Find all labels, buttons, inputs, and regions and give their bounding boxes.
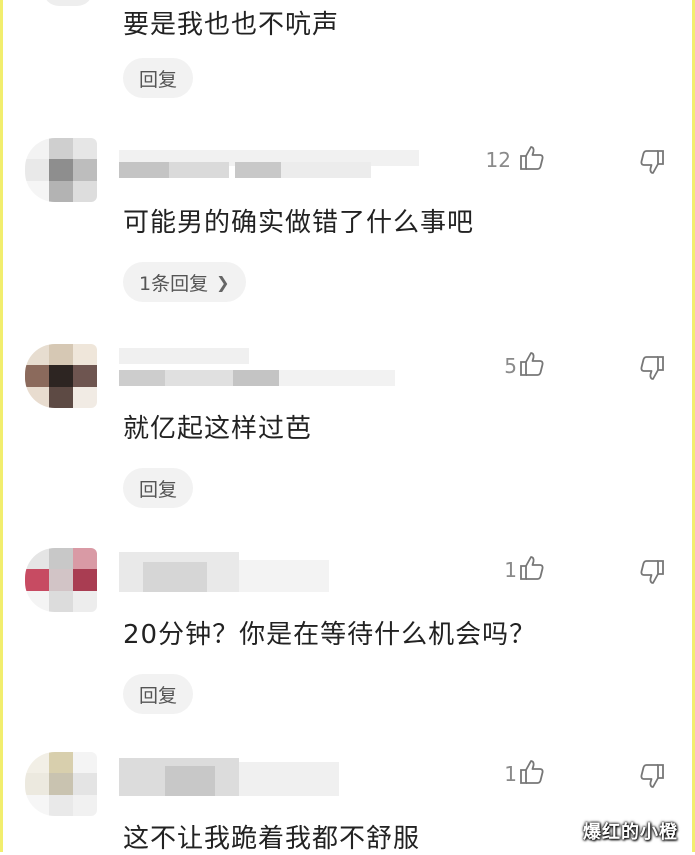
view-replies-button[interactable]: 1条回复 ❯ (123, 262, 246, 302)
avatar[interactable] (43, 0, 93, 6)
comment-text: 就亿起这样过芭 (123, 414, 313, 444)
username-blurred[interactable] (119, 756, 419, 796)
thumbs-up-icon[interactable] (517, 350, 545, 378)
reply-button[interactable]: 回复 (123, 468, 194, 508)
thumbs-up-icon[interactable] (517, 554, 545, 582)
reply-label: 回复 (139, 478, 178, 501)
avatar[interactable] (25, 752, 97, 816)
comment-feed: 要是我也也不吭声 回复 12 可能男的确实做错了什么事吧 1条回复 ❯ 5 就亿… (0, 0, 695, 854)
like-count: 12 (485, 148, 511, 172)
thumbs-down-icon[interactable] (639, 762, 667, 790)
thumbs-down-icon[interactable] (639, 558, 667, 586)
username-blurred[interactable] (119, 552, 419, 592)
avatar[interactable] (25, 344, 97, 408)
username-blurred[interactable] (119, 142, 419, 182)
thumbs-up-icon[interactable] (517, 758, 545, 786)
comment-text: 这不让我跪着我都不舒服 (123, 824, 421, 854)
avatar[interactable] (25, 138, 97, 202)
reply-label: 1条回复 (139, 272, 209, 295)
like-count: 5 (504, 354, 517, 378)
reply-label: 回复 (139, 68, 178, 91)
comment-text: 可能男的确实做错了什么事吧 (123, 208, 475, 238)
reply-label: 回复 (139, 684, 178, 707)
thumbs-down-icon[interactable] (639, 148, 667, 176)
thumbs-down-icon[interactable] (639, 354, 667, 382)
comment-text: 要是我也也不吭声 (123, 10, 340, 40)
avatar[interactable] (25, 548, 97, 612)
thumbs-up-icon[interactable] (517, 144, 545, 172)
username-blurred[interactable] (119, 348, 419, 388)
watermark: 爆红的小橙 (583, 822, 678, 843)
reply-button[interactable]: 回复 (123, 674, 194, 714)
comment-text: 20分钟？你是在等待什么机会吗？ (123, 620, 537, 650)
like-count: 1 (504, 558, 517, 582)
chevron-right-icon: ❯ (216, 272, 230, 292)
reply-button[interactable]: 回复 (123, 58, 194, 98)
like-count: 1 (504, 762, 517, 786)
